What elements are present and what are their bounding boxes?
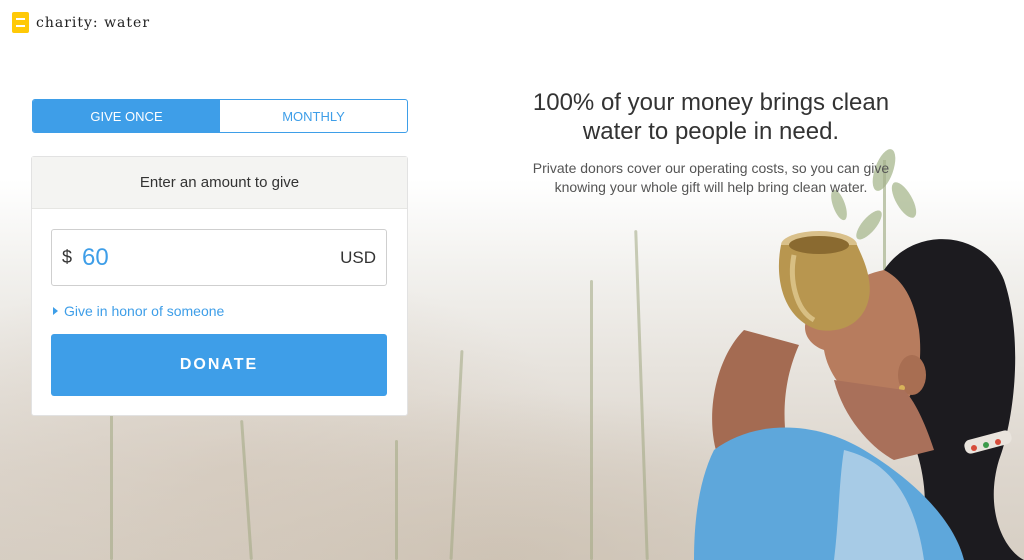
headline-line-1: 100% of your money brings clean	[532, 89, 890, 116]
give-in-honor-link[interactable]: Give in honor of someone	[53, 303, 224, 319]
subheadline-line-1: Private donors cover our operating costs…	[532, 160, 890, 176]
hero-text: 100% of your money brings clean water to…	[480, 88, 942, 197]
headline: 100% of your money brings clean water to…	[480, 88, 942, 146]
plant-stalk	[240, 420, 253, 560]
currency-code: USD	[340, 247, 376, 267]
tab-monthly[interactable]: MONTHLY	[220, 100, 407, 132]
plant-stalk	[449, 350, 464, 560]
card-header: Enter an amount to give	[32, 157, 407, 209]
jerry-can-logo-icon	[12, 12, 29, 33]
currency-symbol: $	[62, 247, 73, 267]
donation-card: Enter an amount to give $ 60 USD Give in…	[31, 156, 408, 416]
subheadline-line-2: knowing your whole gift will help bring …	[554, 179, 868, 195]
charity-water-logo[interactable]: charity: water	[12, 12, 150, 33]
logo-text: charity: water	[36, 14, 151, 31]
donate-button[interactable]: DONATE	[51, 334, 387, 396]
subheadline: Private donors cover our operating costs…	[480, 159, 942, 197]
frequency-tabs: GIVE ONCE MONTHLY	[32, 99, 408, 133]
plant-stalk	[395, 440, 398, 560]
brass-pot	[778, 231, 870, 331]
amount-input[interactable]: $ 60 USD	[51, 229, 387, 286]
tab-give-once[interactable]: GIVE ONCE	[33, 100, 220, 132]
amount-value[interactable]: 60	[82, 244, 340, 272]
caret-right-icon	[53, 307, 58, 315]
headline-line-2: water to people in need.	[582, 118, 840, 145]
plant-stalk	[110, 410, 113, 560]
honor-link-label: Give in honor of someone	[64, 303, 225, 319]
